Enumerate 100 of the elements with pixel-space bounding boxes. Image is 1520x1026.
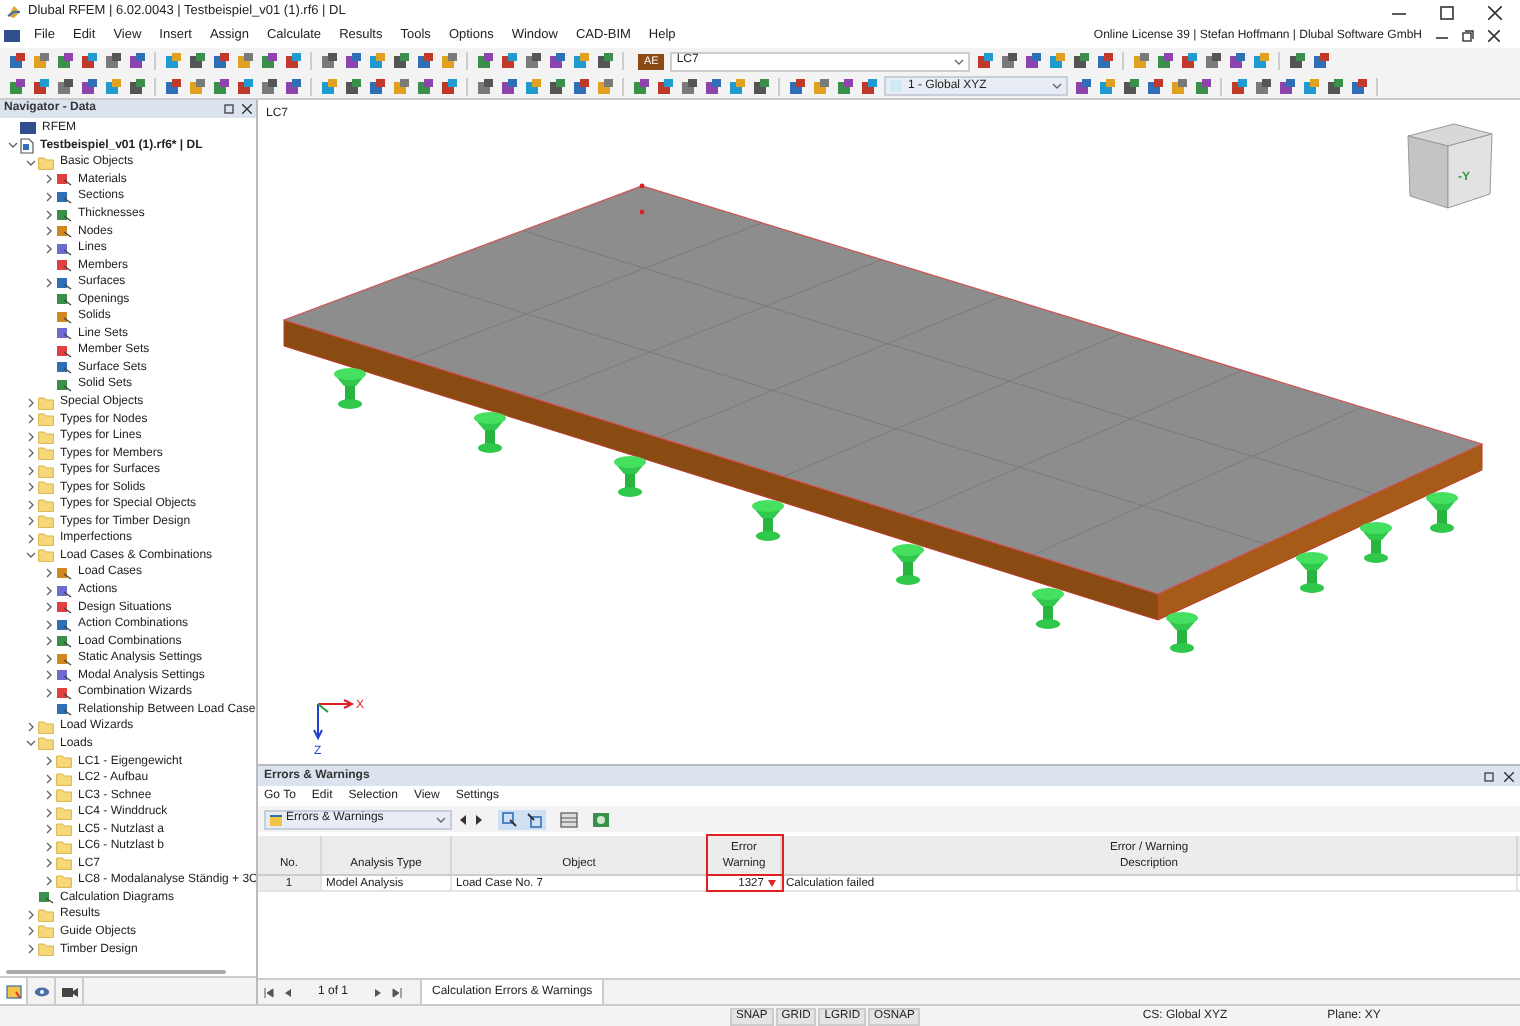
chevron-icon[interactable] (43, 636, 53, 647)
tool-icon[interactable] (56, 77, 74, 95)
chevron-icon[interactable] (25, 448, 35, 459)
chevron-icon[interactable] (25, 550, 35, 561)
chevron-icon[interactable] (43, 841, 53, 852)
tool-icon[interactable] (212, 77, 230, 95)
tool-icon[interactable] (368, 52, 386, 70)
chevron-icon[interactable] (25, 465, 35, 476)
next-icon[interactable] (474, 813, 484, 825)
chevron-icon[interactable] (25, 499, 35, 510)
tool-icon[interactable] (572, 77, 590, 95)
tool-icon[interactable] (392, 52, 410, 70)
tool-icon[interactable] (476, 77, 494, 95)
tool-icon[interactable] (128, 52, 146, 70)
tool-icon[interactable] (284, 77, 302, 95)
restore-icon[interactable] (1462, 30, 1474, 42)
tool-icon[interactable] (548, 52, 566, 70)
tool-icon[interactable] (788, 77, 806, 95)
tool-icon[interactable] (1278, 77, 1296, 95)
tool-icon[interactable] (56, 52, 74, 70)
tool-icon[interactable] (1194, 77, 1212, 95)
close-icon[interactable] (1488, 30, 1500, 42)
tool-icon[interactable] (344, 77, 362, 95)
tool-icon[interactable] (1074, 77, 1092, 95)
tool-icon[interactable] (860, 77, 878, 95)
horizontal-scrollbar[interactable] (6, 969, 226, 973)
tool-icon[interactable] (572, 52, 590, 70)
tool-icon[interactable] (812, 77, 830, 95)
chevron-icon[interactable] (25, 909, 35, 920)
tool-icon[interactable] (188, 77, 206, 95)
close-icon[interactable] (1504, 771, 1514, 781)
tool-icon[interactable] (8, 77, 26, 95)
tool-icon[interactable] (1098, 77, 1116, 95)
chevron-icon[interactable] (25, 721, 35, 732)
chevron-icon[interactable] (43, 191, 53, 202)
tool-icon[interactable] (976, 52, 995, 70)
chevron-icon[interactable] (43, 670, 53, 681)
chevron-icon[interactable] (43, 687, 53, 698)
maximize-icon[interactable] (1440, 5, 1454, 19)
tool-icon[interactable] (704, 77, 722, 95)
tool-icon[interactable] (836, 77, 854, 95)
tool-icon[interactable] (128, 77, 146, 95)
tool-icon[interactable] (392, 77, 410, 95)
tool-icon[interactable] (680, 77, 698, 95)
first-page-icon[interactable] (264, 987, 274, 997)
tool-icon[interactable] (8, 52, 26, 70)
chevron-icon[interactable] (43, 875, 53, 886)
close-icon[interactable] (242, 104, 252, 114)
tool-icon[interactable] (596, 52, 614, 70)
previous-icon[interactable] (284, 987, 292, 997)
chevron-icon[interactable] (43, 277, 53, 288)
tool-icon[interactable] (320, 77, 338, 95)
tool-icon[interactable] (500, 77, 518, 95)
chevron-icon[interactable] (43, 653, 53, 664)
tool-icon[interactable] (752, 77, 770, 95)
tool-icon[interactable] (236, 77, 254, 95)
tool-icon[interactable] (32, 77, 50, 95)
select-icon[interactable] (502, 811, 518, 827)
tool-icon[interactable] (440, 77, 458, 95)
tool-icon[interactable] (1132, 52, 1151, 70)
tool-icon[interactable] (416, 77, 434, 95)
tool-icon[interactable] (1122, 77, 1140, 95)
tool-icon[interactable] (104, 52, 122, 70)
chevron-icon[interactable] (25, 414, 35, 425)
tool-icon[interactable] (104, 77, 122, 95)
tool-icon[interactable] (80, 77, 98, 95)
chevron-icon[interactable] (43, 567, 53, 578)
table-icon[interactable] (560, 811, 578, 827)
chevron-icon[interactable] (43, 602, 53, 613)
tool-icon[interactable] (1254, 77, 1272, 95)
tool-icon[interactable] (656, 77, 674, 95)
tool-icon[interactable] (1230, 77, 1248, 95)
tool-icon[interactable] (32, 52, 50, 70)
tool-icon[interactable] (1024, 52, 1043, 70)
tool-icon[interactable] (596, 77, 614, 95)
chevron-icon[interactable] (43, 174, 53, 185)
tool-icon[interactable] (344, 52, 362, 70)
tool-icon[interactable] (284, 52, 302, 70)
chevron-icon[interactable] (25, 397, 35, 408)
tool-icon[interactable] (1302, 77, 1320, 95)
chevron-icon[interactable] (43, 209, 53, 219)
tool-icon[interactable] (1170, 77, 1188, 95)
tool-icon[interactable] (440, 52, 458, 70)
tool-icon[interactable] (1326, 77, 1344, 95)
chevron-icon[interactable] (43, 858, 53, 869)
tool-icon[interactable] (1072, 52, 1091, 70)
chevron-icon[interactable] (43, 756, 53, 766)
previous-icon[interactable] (458, 813, 468, 825)
tool-icon[interactable] (416, 52, 434, 70)
tool-icon[interactable] (1156, 52, 1175, 70)
tool-icon[interactable] (500, 52, 518, 70)
tool-icon[interactable] (728, 77, 746, 95)
tool-icon[interactable] (368, 77, 386, 95)
tool-icon[interactable] (1180, 52, 1199, 70)
tool-icon[interactable] (80, 52, 98, 70)
tool-icon[interactable] (524, 77, 542, 95)
tool-icon[interactable] (188, 52, 206, 70)
chevron-icon[interactable] (43, 619, 53, 630)
chevron-icon[interactable] (25, 157, 35, 168)
chevron-icon[interactable] (43, 226, 53, 237)
